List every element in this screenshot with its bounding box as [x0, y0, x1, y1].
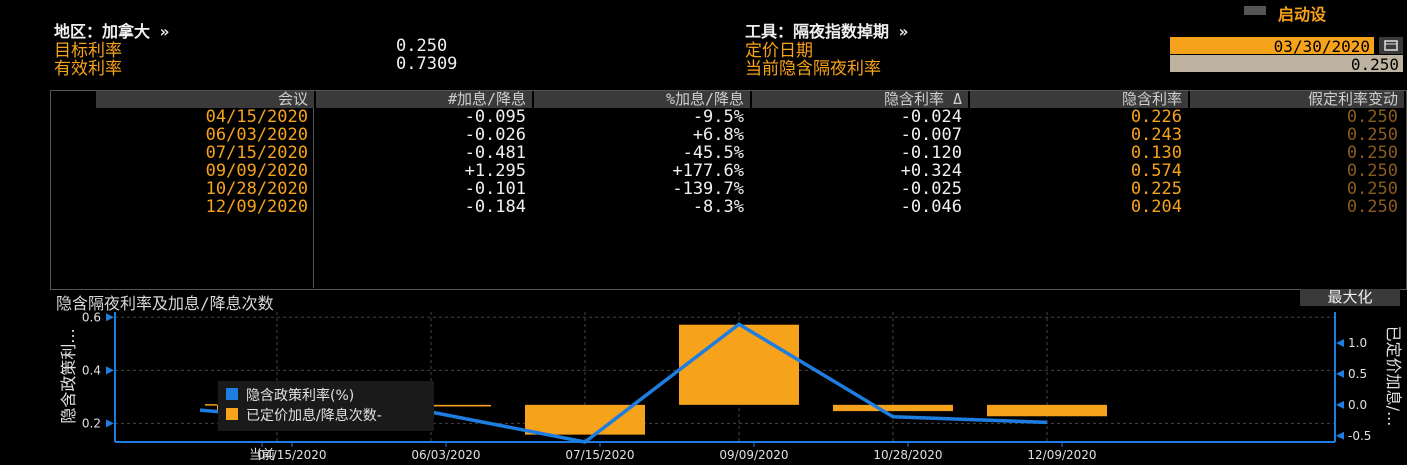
table-row[interactable]: 07/15/2020 -0.481 -45.5% -0.120 0.130 0.250	[51, 145, 1406, 162]
right-tick-marker	[1336, 338, 1344, 347]
table-cell: +177.6%	[672, 161, 744, 181]
column-header-implied-rate[interactable]: 隐含利率	[970, 91, 1188, 108]
column-header-hike-percent[interactable]: %加息/降息	[534, 91, 750, 108]
column-header-implied-rate-delta[interactable]: 隐含利率 Δ	[752, 91, 968, 108]
table-cell: 0.204	[1130, 197, 1182, 217]
left-axis-label: 隐含政策利...	[59, 328, 78, 424]
meetings-table: 会议 #加息/降息 %加息/降息 隐含利率 Δ 隐含利率 假定利率变动 04/1…	[50, 90, 1407, 290]
table-cell: -0.026	[464, 125, 526, 145]
table-cell: +1.295	[464, 161, 526, 181]
table-cell: -8.3%	[692, 197, 744, 217]
table-row[interactable]: 09/09/2020 +1.295 +177.6% +0.324 0.574 0.250	[51, 163, 1406, 180]
table-cell: 0.225	[1130, 179, 1182, 199]
column-header-assumed-rate[interactable]: 假定利率变动	[1190, 91, 1404, 108]
right-tick-label: 0.0	[1348, 398, 1367, 412]
table-cell: 0.250	[1346, 179, 1398, 199]
pricing-date-field[interactable]: 03/30/2020	[1170, 37, 1374, 56]
effective-rate-label: 有效利率	[54, 59, 122, 79]
table-row[interactable]: 12/09/2020 -0.184 -8.3% -0.046 0.204 0.250	[51, 199, 1406, 216]
left-tick-label: 0.4	[82, 363, 101, 377]
right-tick-label: -0.5	[1348, 429, 1371, 443]
settings-toggle-icon[interactable]	[1244, 6, 1266, 15]
x-tick-label: 09/09/2020	[719, 448, 788, 462]
table-cell: -0.046	[900, 197, 962, 217]
column-header-meeting[interactable]: 会议	[96, 91, 314, 108]
table-cell: 04/15/2020	[205, 107, 308, 127]
x-tick-label: 06/03/2020	[411, 448, 480, 462]
table-cell: 09/09/2020	[205, 161, 308, 181]
table-cell: -0.184	[464, 197, 526, 217]
right-tick-label: 0.5	[1348, 367, 1367, 381]
legend-line-swatch	[226, 388, 238, 400]
legend-bar-swatch	[226, 408, 238, 420]
table-cell: -45.5%	[682, 143, 744, 163]
legend-bar-label: 已定价加息/降息次数-	[246, 408, 382, 424]
implied-overnight-label: 当前隐含隔夜利率	[745, 59, 881, 79]
left-tick-marker	[106, 313, 114, 322]
table-cell: 0.250	[1346, 125, 1398, 145]
table-cell: 0.250	[1346, 143, 1398, 163]
x-tick-label: 10/28/2020	[873, 448, 942, 462]
left-axis-label-wrap: 隐含政策利...	[55, 310, 78, 440]
table-cell: -0.120	[900, 143, 962, 163]
table-cell: 07/15/2020	[205, 143, 308, 163]
left-tick-label: 0.2	[82, 416, 101, 430]
table-cell: -0.024	[900, 107, 962, 127]
maximize-button[interactable]: 最大化	[1300, 289, 1400, 306]
table-row[interactable]: 06/03/2020 -0.026 +6.8% -0.007 0.243 0.250	[51, 127, 1406, 144]
table-cell: 12/09/2020	[205, 197, 308, 217]
launch-settings-link[interactable]: 启动设	[1278, 1, 1326, 25]
table-cell: -0.025	[900, 179, 962, 199]
legend-line-label: 隐含政策利率(%)	[246, 388, 355, 404]
table-cell: -0.101	[464, 179, 526, 199]
right-tick-marker	[1336, 369, 1344, 378]
right-tick-marker	[1336, 400, 1344, 409]
x-tick-label: 12/09/2020	[1027, 448, 1096, 462]
right-axis-label-wrap: 已定价加息/...	[1384, 310, 1407, 440]
table-cell: 0.250	[1346, 107, 1398, 127]
chart-bar	[833, 404, 953, 412]
x-tick-label: 04/15/2020	[257, 448, 326, 462]
right-axis-label: 已定价加息/...	[1384, 325, 1403, 427]
table-cell: 10/28/2020	[205, 179, 308, 199]
right-tick-label: 1.0	[1348, 336, 1367, 350]
left-tick-marker	[106, 419, 114, 428]
table-cell: 0.226	[1130, 107, 1182, 127]
chart-legend: 隐含政策利率(%) 已定价加息/降息次数-	[218, 381, 434, 431]
table-cell: 06/03/2020	[205, 125, 308, 145]
chart-bar	[987, 404, 1107, 417]
table-cell: +0.324	[900, 161, 962, 181]
column-header-hike-count[interactable]: #加息/降息	[316, 91, 532, 108]
table-row[interactable]: 04/15/2020 -0.095 -9.5% -0.024 0.226 0.250	[51, 109, 1406, 126]
left-tick-label: 0.6	[82, 310, 101, 324]
left-tick-marker	[106, 366, 114, 375]
table-cell: -139.7%	[672, 179, 744, 199]
table-cell: -0.007	[900, 125, 962, 145]
right-tick-marker	[1336, 431, 1344, 440]
table-cell: -0.481	[464, 143, 526, 163]
table-cell: 0.574	[1130, 161, 1182, 181]
implied-overnight-field[interactable]: 0.250	[1170, 55, 1403, 74]
target-rate-value: 0.250	[396, 36, 448, 56]
table-cell: -9.5%	[692, 107, 744, 127]
table-row[interactable]: 10/28/2020 -0.101 -139.7% -0.025 0.225 0.250	[51, 181, 1406, 198]
table-cell: 0.250	[1346, 197, 1398, 217]
table-cell: -0.095	[464, 107, 526, 127]
table-cell: 0.243	[1130, 125, 1182, 145]
table-cell: 0.250	[1346, 161, 1398, 181]
effective-rate-value: 0.7309	[396, 54, 458, 74]
table-cell: +6.8%	[692, 125, 744, 145]
rate-chart: 0.20.40.6-0.50.00.51.0当前04/15/2020 06/03/…	[82, 310, 1372, 463]
x-tick-label: 07/15/2020	[565, 448, 634, 462]
calendar-icon[interactable]	[1379, 37, 1403, 54]
table-cell: 0.130	[1130, 143, 1182, 163]
chart-bar	[679, 324, 799, 405]
